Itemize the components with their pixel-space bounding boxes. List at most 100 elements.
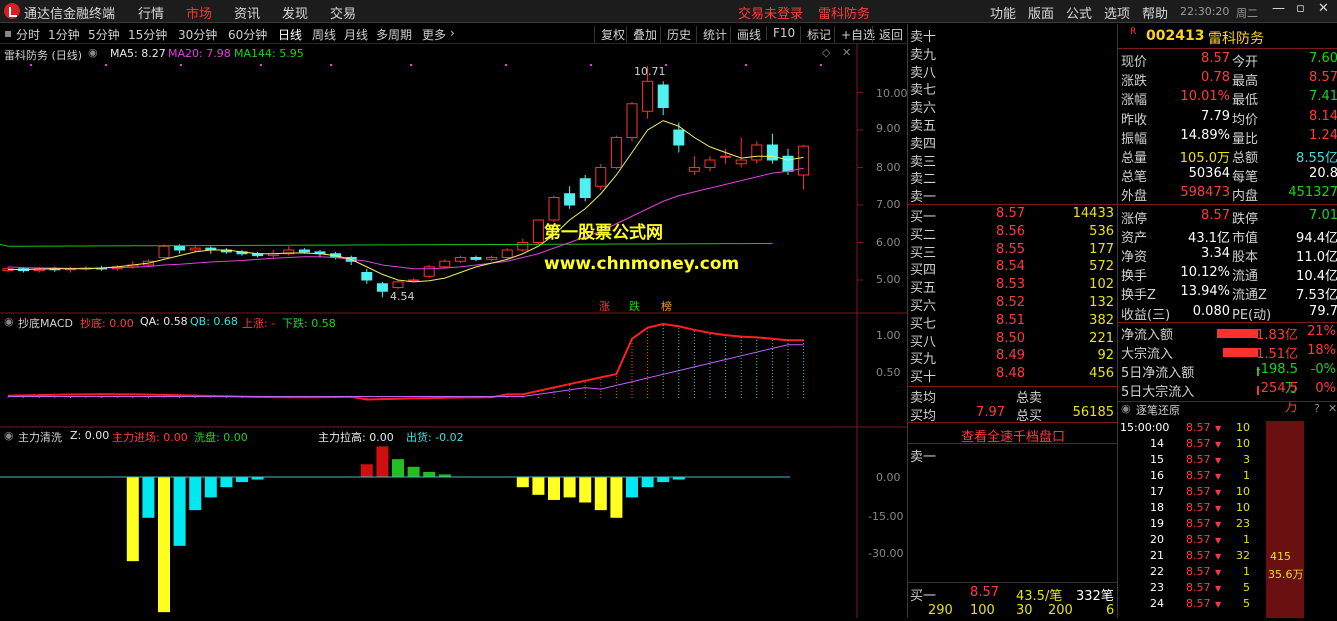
macd-qb: QB: 0.68: [190, 315, 238, 328]
flow-pct: -0%: [1310, 362, 1336, 377]
tick-volume: 3: [1243, 453, 1250, 466]
bid-price: 8.57: [996, 206, 1025, 221]
zl-menu-icon[interactable]: ◉: [4, 429, 14, 442]
tick-price: 8.57: [1186, 549, 1211, 562]
bid-row: 买九 8.49 92: [908, 348, 1118, 367]
menu-banmian[interactable]: 版面: [1028, 3, 1054, 22]
tick-row: 16 8.57 ▼ 1: [1118, 469, 1337, 485]
restore-icon[interactable]: ▫: [1296, 1, 1305, 16]
minimize-icon[interactable]: —: [1272, 1, 1285, 16]
tick-time: 18: [1150, 501, 1164, 514]
candle-body: [766, 144, 778, 161]
ask-label: 卖六: [910, 101, 937, 117]
candle-body: [158, 245, 170, 258]
tick-arrow-icon: ▼: [1215, 472, 1222, 481]
candle-body: [626, 103, 638, 138]
tool-fanhui[interactable]: 返回: [872, 26, 903, 43]
macd-pane-title: 抄底MACD: [18, 317, 73, 330]
period-60min[interactable]: 60分钟: [228, 26, 267, 43]
menu-gongshi[interactable]: 公式: [1066, 3, 1092, 22]
candle-body: [673, 129, 685, 146]
stat-label: 每笔: [1232, 170, 1259, 186]
chart-canvas[interactable]: [0, 44, 907, 618]
zl-bar: [423, 471, 436, 477]
stat-value: 0.78: [1201, 70, 1230, 86]
macd-menu-icon[interactable]: ◉: [4, 315, 14, 328]
close-ticks-icon[interactable]: ✕: [1328, 402, 1337, 415]
candle-body: [174, 245, 186, 251]
stat-value: 10.12%: [1180, 265, 1230, 281]
bid-price: 8.49: [996, 348, 1025, 364]
pane-menu-icon[interactable]: ◉: [88, 46, 98, 59]
period-fenshi[interactable]: 分时: [16, 26, 40, 43]
stat-value: 1.24: [1309, 127, 1337, 143]
buy1-count: 332笔: [1076, 589, 1114, 604]
tool-diejia[interactable]: 叠加: [626, 26, 657, 43]
badge-bang[interactable]: 榜: [661, 298, 672, 314]
stat-row: 收益(三) 0.080 PE(动) 79.7: [1118, 304, 1337, 323]
login-status[interactable]: 交易未登录: [738, 3, 803, 22]
menu-gongneng[interactable]: 功能: [990, 3, 1016, 22]
menu-jiaoyi[interactable]: 交易: [330, 3, 356, 22]
period-5min[interactable]: 5分钟: [88, 26, 120, 43]
help-icon[interactable]: ?: [1314, 402, 1320, 415]
tool-biaoji[interactable]: 标记: [800, 26, 831, 43]
tick-price: 8.57: [1186, 421, 1211, 434]
period-week[interactable]: 周线: [312, 26, 336, 43]
y-tick: 6.00: [876, 236, 901, 249]
period-day[interactable]: 日线: [278, 26, 302, 43]
menu-zixun[interactable]: 资讯: [234, 3, 260, 22]
period-month[interactable]: 月线: [344, 26, 368, 43]
period-15min[interactable]: 15分钟: [128, 26, 167, 43]
menu-faxian[interactable]: 发现: [282, 3, 308, 22]
stat-label: 量比: [1232, 131, 1259, 147]
tool-f10[interactable]: F10: [766, 26, 795, 40]
menu-hangqing[interactable]: 行情: [138, 3, 164, 22]
stat-value: 10.01%: [1180, 89, 1230, 105]
zl-y-tick: -15.00: [868, 510, 904, 523]
stat-label: 跌停: [1232, 211, 1259, 227]
tool-huaxian[interactable]: 画线: [730, 26, 761, 43]
queue-val: 100: [970, 603, 995, 618]
ask-label: 卖十: [910, 30, 937, 45]
bid-label: 买二: [910, 227, 937, 243]
kline-chart[interactable]: 雷科防务 (日线) ◉ MA5: 8.27 MA20: 7.98 MA144: …: [0, 44, 908, 618]
close-icon[interactable]: ✕: [1318, 1, 1329, 16]
menu-xuanxiang[interactable]: 选项: [1104, 3, 1130, 22]
period-multi[interactable]: 多周期: [376, 26, 412, 43]
period-1min[interactable]: 1分钟: [48, 26, 80, 43]
tool-lishi[interactable]: 历史: [660, 26, 691, 43]
bid-row: 买五 8.53 102: [908, 277, 1118, 296]
toolbar-square-icon[interactable]: ▪: [4, 26, 12, 40]
candle-body: [532, 219, 544, 243]
badge-zhang[interactable]: 涨: [599, 298, 610, 314]
bid-volume: 177: [1089, 241, 1114, 257]
ask-row: 卖三: [908, 151, 1118, 170]
tool-fuquan[interactable]: 复权: [594, 26, 625, 43]
bid-row: 买三 8.55 177: [908, 241, 1118, 261]
stat-row: 总笔 50364 每笔 20.8: [1118, 166, 1337, 185]
queue-val: 6: [1106, 603, 1115, 618]
diamond-icon[interactable]: ◇: [822, 46, 830, 59]
buy1-per: 43.5/笔: [1016, 589, 1063, 604]
candle-body: [798, 145, 810, 176]
chevron-right-icon[interactable]: ›: [450, 26, 455, 40]
menu-shichang[interactable]: 市场: [186, 3, 212, 22]
ticks-menu-icon[interactable]: ◉: [1121, 402, 1131, 415]
period-30min[interactable]: 30分钟: [178, 26, 217, 43]
bid-price: 8.56: [996, 223, 1025, 239]
tick-time: 22: [1150, 565, 1164, 578]
bid-row: 买二 8.56 536: [908, 223, 1118, 243]
menu-bangzhu[interactable]: 帮助: [1142, 3, 1168, 22]
ticks-title: 逐笔还原: [1136, 404, 1180, 417]
stat-value: 8.55亿: [1296, 151, 1337, 166]
tick-volume: 5: [1243, 597, 1250, 610]
period-more[interactable]: 更多: [422, 26, 446, 43]
ask-label: 卖一: [910, 190, 937, 206]
badge-die[interactable]: 跌: [629, 298, 640, 314]
tool-zixuan[interactable]: +自选: [834, 26, 875, 43]
tool-tongji[interactable]: 统计: [696, 26, 727, 43]
stock-tab[interactable]: 雷科防务: [818, 3, 870, 22]
close-pane-icon[interactable]: ✕: [842, 46, 851, 59]
stat-row: 资产 43.1亿 市值 94.4亿: [1118, 227, 1337, 246]
